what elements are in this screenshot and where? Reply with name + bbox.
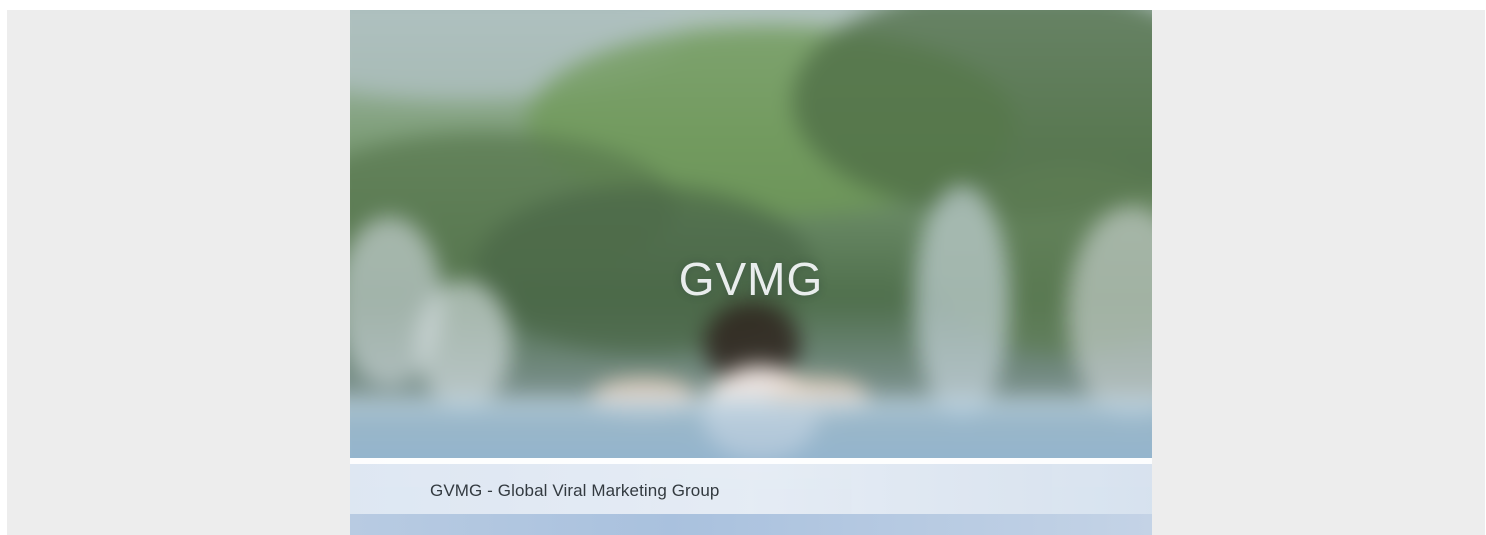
bottom-strip — [350, 514, 1152, 535]
hero-banner[interactable]: GVMG GVMG - Global Viral Marketing Group — [350, 10, 1152, 535]
hero-title: GVMG — [678, 253, 824, 305]
page-container: GVMG GVMG - Global Viral Marketing Group — [7, 10, 1485, 535]
caption-text[interactable]: GVMG - Global Viral Marketing Group — [430, 481, 719, 501]
caption-bar: GVMG - Global Viral Marketing Group — [350, 458, 1152, 514]
